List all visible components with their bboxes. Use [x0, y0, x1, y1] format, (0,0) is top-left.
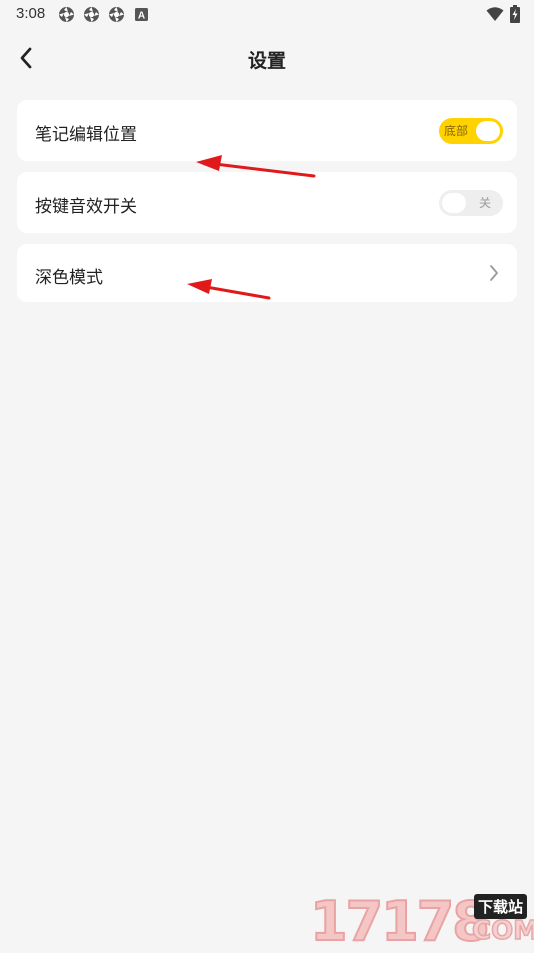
setting-label: 深色模式 [35, 268, 103, 288]
status-time: 3:08 [16, 5, 46, 22]
setting-dark-mode[interactable]: 深色模式 [17, 244, 517, 302]
a-icon: A [135, 8, 148, 22]
toggle-knob [442, 193, 466, 213]
battery-icon [510, 5, 520, 23]
chevron-right-icon [490, 265, 498, 281]
watermark-domain: COM [471, 915, 534, 947]
notification-icon [84, 7, 99, 22]
toggle-text: 底部 [444, 124, 469, 138]
status-system-icons [486, 5, 520, 23]
setting-note-edit-position: 笔记编辑位置 底部 [17, 100, 517, 161]
notification-icon [59, 7, 74, 22]
toggle-knob [476, 121, 500, 141]
setting-label: 按键音效开关 [35, 197, 137, 217]
page-title: 设置 [247, 50, 286, 72]
nav-bar: 设置 [0, 34, 534, 82]
wifi-icon [486, 7, 504, 21]
setting-label: 笔记编辑位置 [35, 125, 137, 145]
notification-icon [109, 7, 124, 22]
watermark-logo: 17178 下载站 COM [309, 888, 534, 953]
setting-key-sound: 按键音效开关 关 [17, 172, 517, 233]
toggle-text: 关 [478, 196, 491, 210]
watermark-number: 17178 [309, 889, 491, 953]
status-bar: 3:08 A [0, 0, 534, 28]
status-notification-icons: A [58, 6, 150, 23]
a-icon-letter: A [138, 11, 145, 22]
key-sound-toggle[interactable]: 关 [439, 190, 503, 216]
note-position-toggle[interactable]: 底部 [439, 118, 503, 144]
